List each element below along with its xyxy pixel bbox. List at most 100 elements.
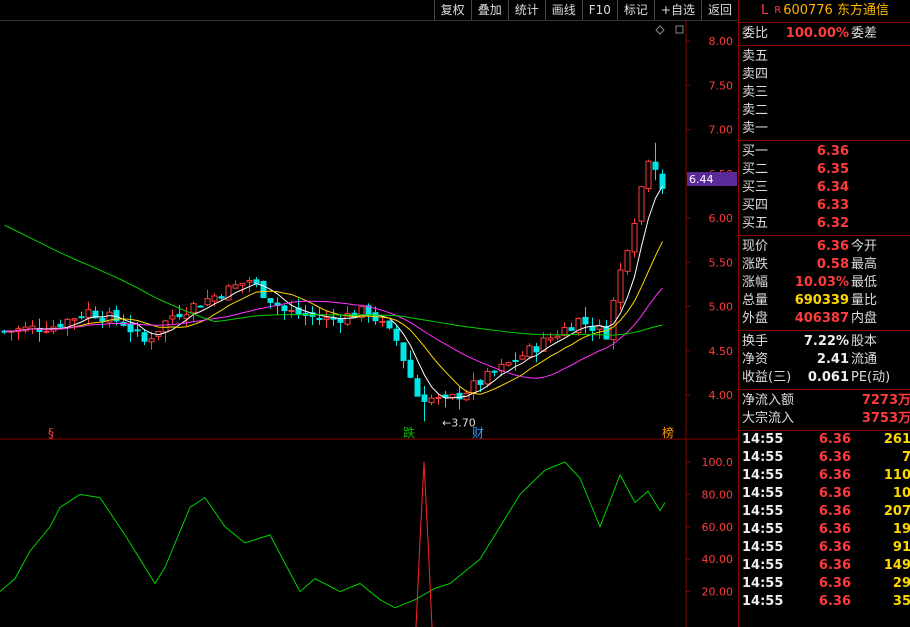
stat-row: 总量 690339 量比 bbox=[739, 292, 910, 310]
candle-body bbox=[435, 396, 442, 399]
indicator-line bbox=[0, 461, 666, 609]
toolbar-button[interactable]: 复权 bbox=[433, 0, 471, 20]
candle-body bbox=[379, 320, 386, 323]
tick-row[interactable]: 14:55 6.36 7 bbox=[739, 449, 910, 467]
buy-level: 买三 6.34 bbox=[739, 179, 910, 197]
price-axis-label: 5.00 bbox=[709, 301, 734, 314]
stat-label2: 股本 bbox=[851, 334, 878, 349]
candle-body bbox=[610, 299, 617, 341]
tick-row[interactable]: 14:55 6.36 110 bbox=[739, 467, 910, 485]
stat-row: 外盘 406387 内盘 bbox=[739, 310, 910, 328]
tick-price: 6.36 bbox=[818, 540, 851, 555]
indicator-axis-label: 60.00 bbox=[702, 521, 734, 534]
toolbar-button[interactable]: 画线 bbox=[544, 0, 582, 20]
weicha-label: 委差 bbox=[851, 26, 878, 41]
toolbar-button[interactable]: 返回 bbox=[700, 0, 738, 20]
tick-volume: 35 bbox=[892, 594, 910, 609]
candle-body bbox=[169, 315, 176, 320]
toolbar-button[interactable]: +自选 bbox=[653, 0, 701, 20]
tick-volume: 19 bbox=[892, 522, 910, 537]
stat-label: 涨幅 bbox=[742, 275, 769, 290]
ma5-line bbox=[4, 185, 663, 399]
tick-volume: 110 bbox=[883, 468, 910, 483]
tick-volume: 207 bbox=[883, 504, 910, 519]
candle-body bbox=[407, 359, 414, 378]
quote-panel: L R 600776 东方通信 委比 100.00% 委差 卖五 卖四 卖三 卖二 卖一 买一 6… bbox=[738, 0, 910, 627]
stat-label2: 内盘 bbox=[851, 311, 878, 326]
toolbar-buttons: 复权 叠加 统计 画线 F10 标记 +自选 返回 bbox=[433, 0, 738, 20]
buy-label: 买一 bbox=[742, 144, 769, 159]
buy-price: 6.35 bbox=[816, 162, 849, 177]
sell-label: 卖五 bbox=[742, 49, 769, 64]
candle-body bbox=[456, 392, 463, 400]
candle-body bbox=[393, 328, 400, 341]
candle-body bbox=[253, 279, 260, 284]
tick-price: 6.36 bbox=[818, 486, 851, 501]
candle-body bbox=[645, 160, 652, 190]
flow-label: 净流入额 bbox=[742, 393, 795, 408]
tick-row[interactable]: 14:55 6.36 149 bbox=[739, 557, 910, 575]
tick-row[interactable]: 14:55 6.36 261 bbox=[739, 431, 910, 449]
tick-price: 6.36 bbox=[818, 432, 851, 447]
candle-body bbox=[204, 298, 211, 306]
tick-row[interactable]: 14:55 6.36 35 bbox=[739, 593, 910, 611]
kline-chart[interactable]: 8.007.507.006.506.005.505.004.504.006.44… bbox=[0, 21, 738, 627]
toolbar-button[interactable]: F10 bbox=[581, 0, 617, 20]
quote-stats: 现价 6.36 今开 涨跌 0.58 最高 涨幅 10.03% 最低 总量 690339 量比 外盘 40… bbox=[739, 236, 910, 331]
tick-row[interactable]: 14:55 6.36 10 bbox=[739, 485, 910, 503]
candle-body bbox=[218, 296, 225, 299]
buy-label: 买三 bbox=[742, 180, 769, 195]
sell-label: 卖三 bbox=[742, 85, 769, 100]
tick-price: 6.36 bbox=[818, 504, 851, 519]
sell-label: 卖四 bbox=[742, 67, 769, 82]
tick-row[interactable]: 14:55 6.36 29 bbox=[739, 575, 910, 593]
stat-value: 2.41 bbox=[816, 352, 849, 367]
stat-value: 690339 bbox=[794, 293, 849, 308]
tick-row[interactable]: 14:55 6.36 207 bbox=[739, 503, 910, 521]
buy-price: 6.33 bbox=[816, 198, 849, 213]
tick-row[interactable]: 14:55 6.36 91 bbox=[739, 539, 910, 557]
stat-value: 0.061 bbox=[807, 370, 849, 385]
capital-flow: 净流入额 7273万 大宗流入 3753万 bbox=[739, 390, 910, 431]
scroll-box bbox=[675, 25, 684, 34]
candle-body bbox=[267, 298, 274, 303]
stat-label2: 量比 bbox=[851, 293, 878, 308]
buy-label: 买二 bbox=[742, 162, 769, 177]
toolbar-button[interactable]: 叠加 bbox=[470, 0, 508, 20]
tick-time: 14:55 bbox=[742, 432, 784, 447]
event-marker: 跌 bbox=[403, 425, 415, 440]
weibi-label: 委比 bbox=[742, 26, 769, 41]
indicator-axis-label: 40.00 bbox=[702, 553, 734, 566]
tick-price: 6.36 bbox=[818, 450, 851, 465]
indicator-axis-label: 20.00 bbox=[702, 586, 734, 599]
tick-time: 14:55 bbox=[742, 540, 784, 555]
buy-level: 买四 6.33 bbox=[739, 197, 910, 215]
flow-row: 净流入额 7273万 bbox=[739, 392, 910, 410]
candle-body bbox=[414, 378, 421, 397]
stat-label2: 今开 bbox=[851, 239, 878, 254]
tick-row[interactable]: 14:55 6.36 19 bbox=[739, 521, 910, 539]
tick-price: 6.36 bbox=[818, 468, 851, 483]
diamond-icon bbox=[655, 25, 665, 35]
candle-body bbox=[603, 325, 610, 340]
candle-body bbox=[197, 305, 204, 308]
stat-label2: PE(动) bbox=[851, 370, 891, 385]
toolbar-button[interactable]: 统计 bbox=[507, 0, 545, 20]
candle-body bbox=[554, 335, 561, 339]
tick-list[interactable]: 14:55 6.36 261 14:55 6.36 7 14:55 6.36 110 14:55 6… bbox=[739, 431, 910, 611]
stat-row: 涨幅 10.03% 最低 bbox=[739, 274, 910, 292]
candle-body bbox=[71, 318, 78, 321]
candle-body bbox=[85, 309, 92, 319]
market-flag: L bbox=[761, 3, 769, 18]
candle-body bbox=[547, 337, 554, 341]
candle-body bbox=[141, 332, 148, 342]
price-axis-label: 5.50 bbox=[709, 256, 734, 269]
candle-body bbox=[400, 342, 407, 362]
stock-name: 东方通信 bbox=[836, 3, 889, 18]
tick-time: 14:55 bbox=[742, 504, 784, 519]
candle-body bbox=[512, 359, 519, 362]
tick-volume: 29 bbox=[892, 576, 910, 591]
toolbar-button[interactable]: 标记 bbox=[616, 0, 654, 20]
flow-label: 大宗流入 bbox=[742, 411, 795, 426]
candle-body bbox=[337, 318, 344, 323]
